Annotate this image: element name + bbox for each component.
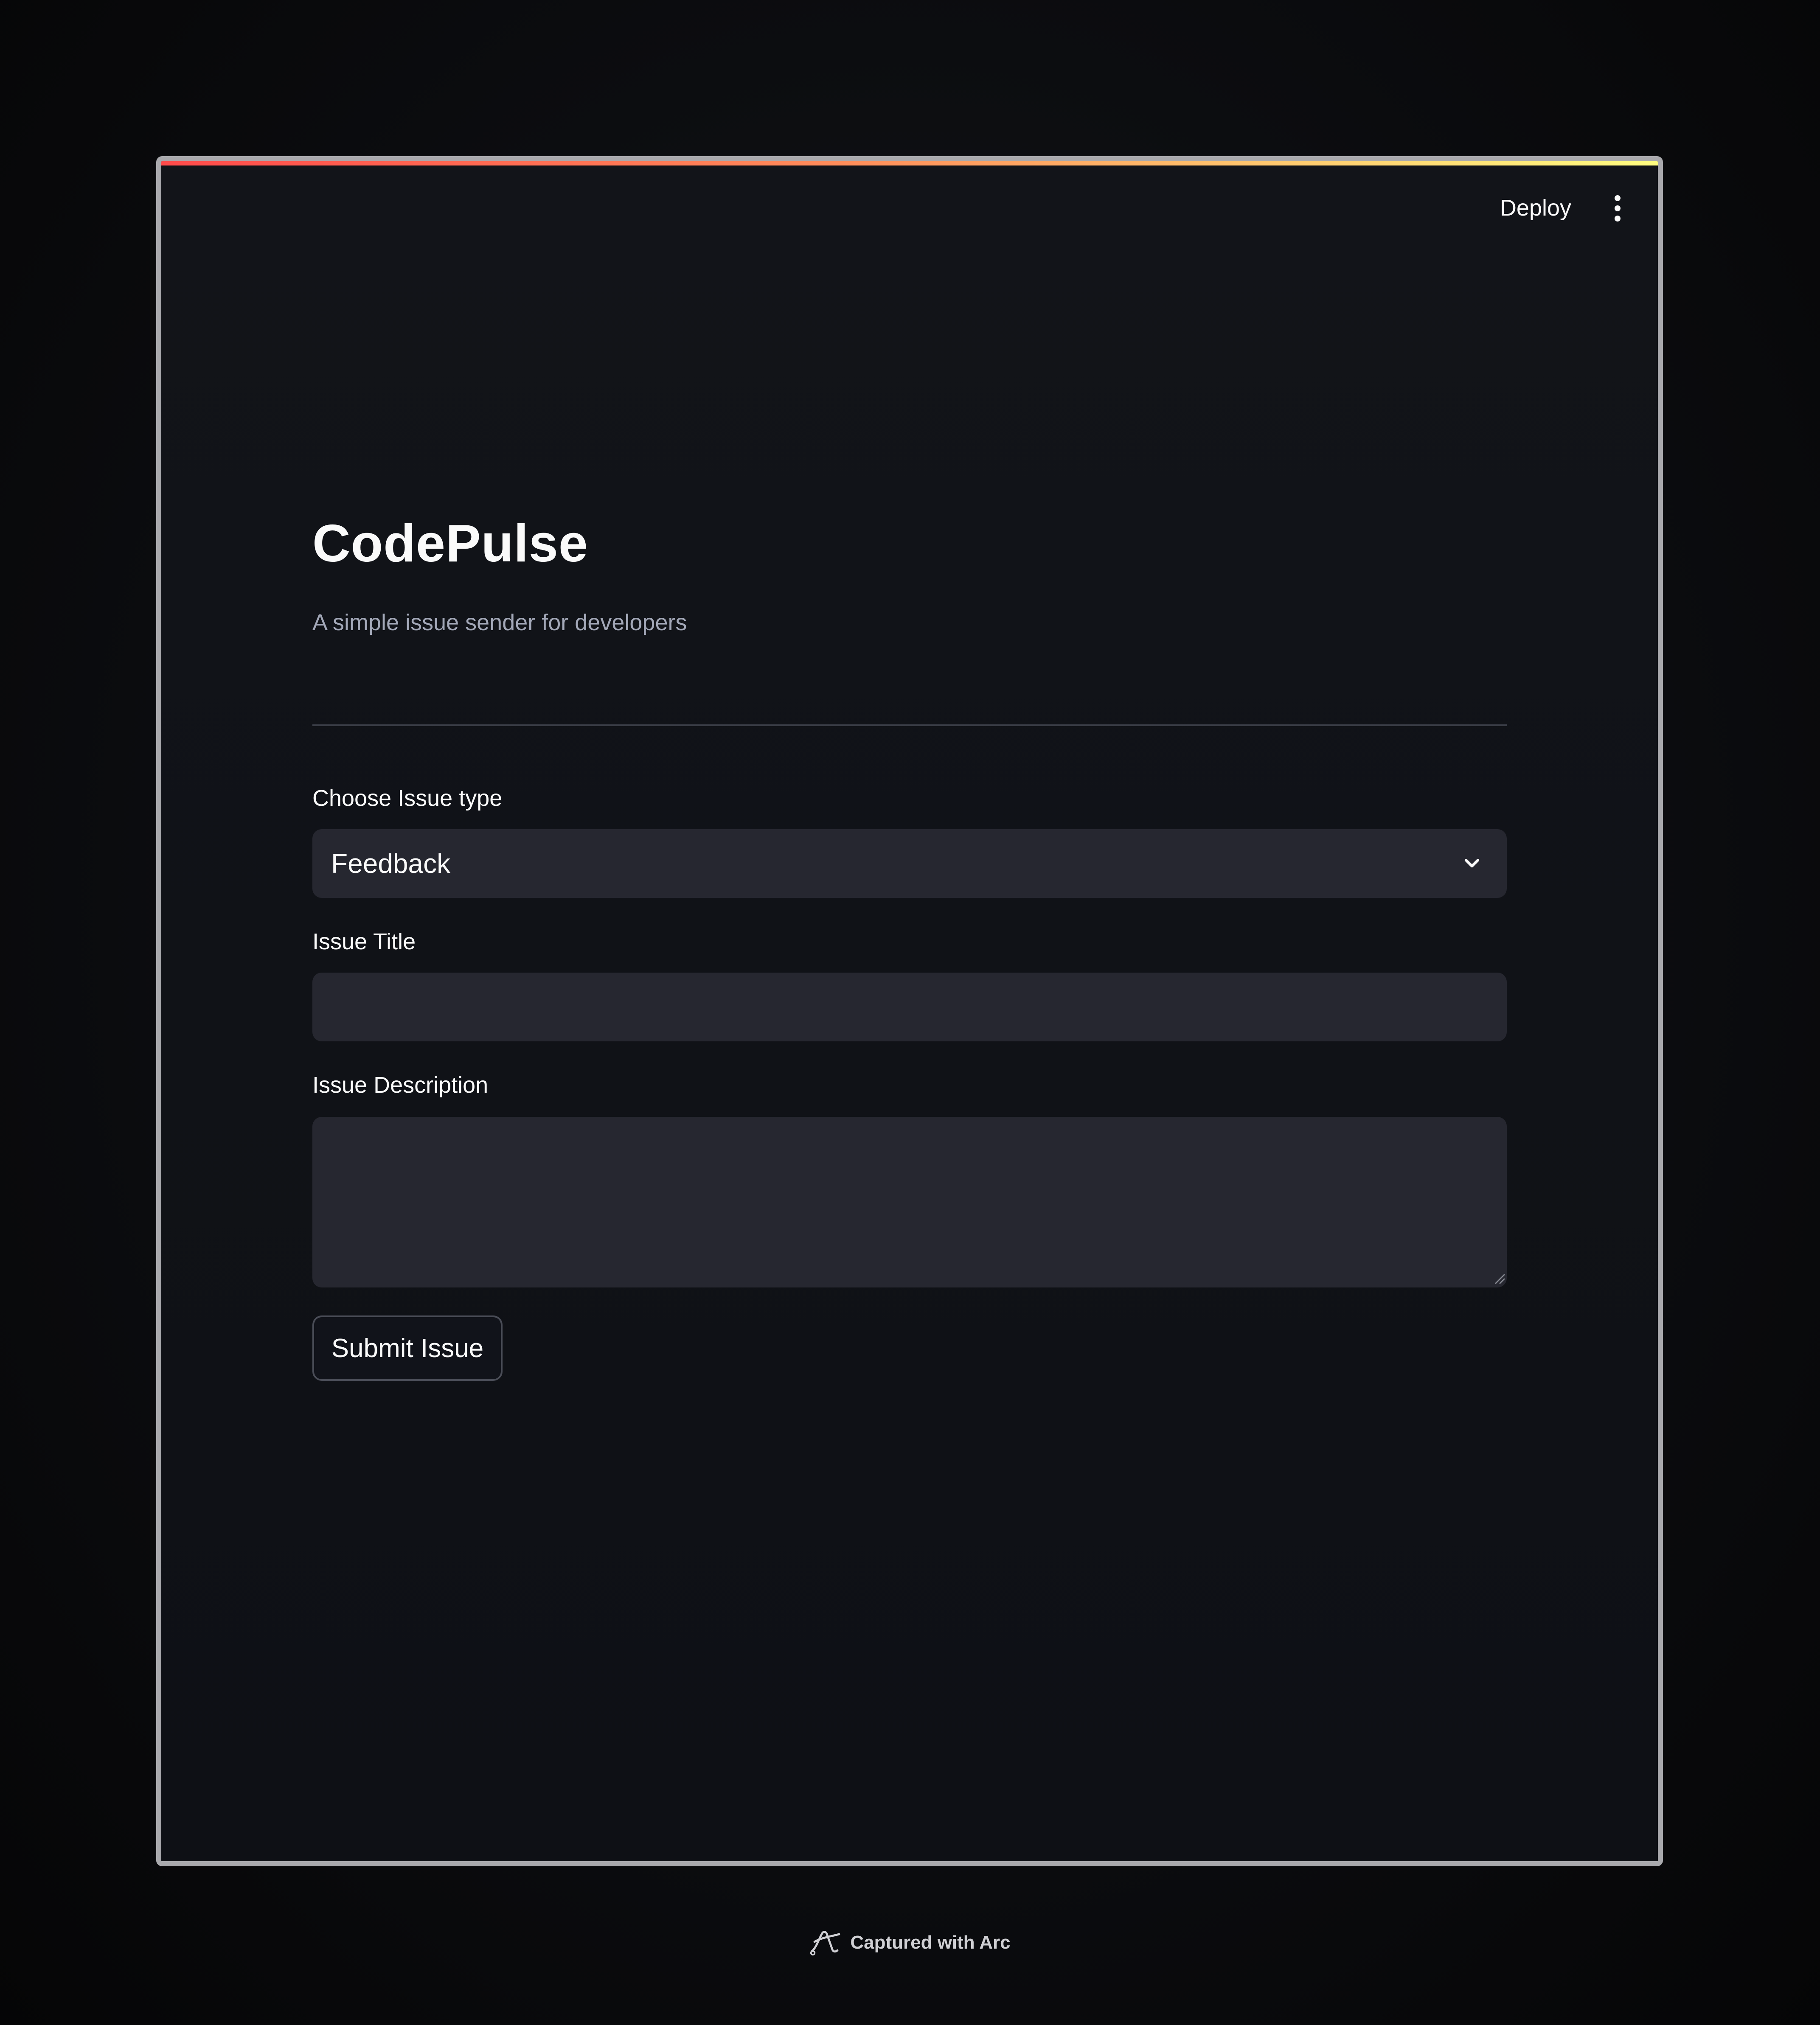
issue-type-selected-value: Feedback	[331, 848, 451, 879]
deploy-button[interactable]: Deploy	[1490, 187, 1581, 229]
issue-description-label: Issue Description	[312, 1072, 489, 1098]
issue-type-select[interactable]: Feedback	[312, 829, 1507, 898]
issue-title-label: Issue Title	[312, 929, 416, 954]
more-vertical-icon[interactable]	[1598, 189, 1637, 227]
resize-handle-icon[interactable]	[1493, 1272, 1505, 1284]
divider	[312, 724, 1507, 726]
issue-title-input[interactable]	[312, 973, 1507, 1041]
capture-footer: Captured with Arc	[0, 1929, 1820, 1956]
arc-logo-icon	[810, 1931, 840, 1956]
page-subtitle: A simple issue sender for developers	[312, 610, 687, 635]
app-window: Deploy CodePulse A simple issue sender f…	[156, 156, 1663, 1866]
page-title: CodePulse	[312, 514, 588, 573]
footer-text: Captured with Arc	[850, 1932, 1011, 1953]
top-accent-bar	[161, 161, 1658, 165]
chevron-down-icon	[1464, 858, 1480, 868]
issue-description-textarea[interactable]	[312, 1117, 1507, 1287]
menu-dot	[1615, 195, 1621, 201]
submit-issue-button[interactable]: Submit Issue	[312, 1315, 503, 1381]
menu-dot	[1615, 216, 1621, 222]
issue-type-label: Choose Issue type	[312, 785, 503, 811]
menu-dot	[1615, 205, 1621, 211]
